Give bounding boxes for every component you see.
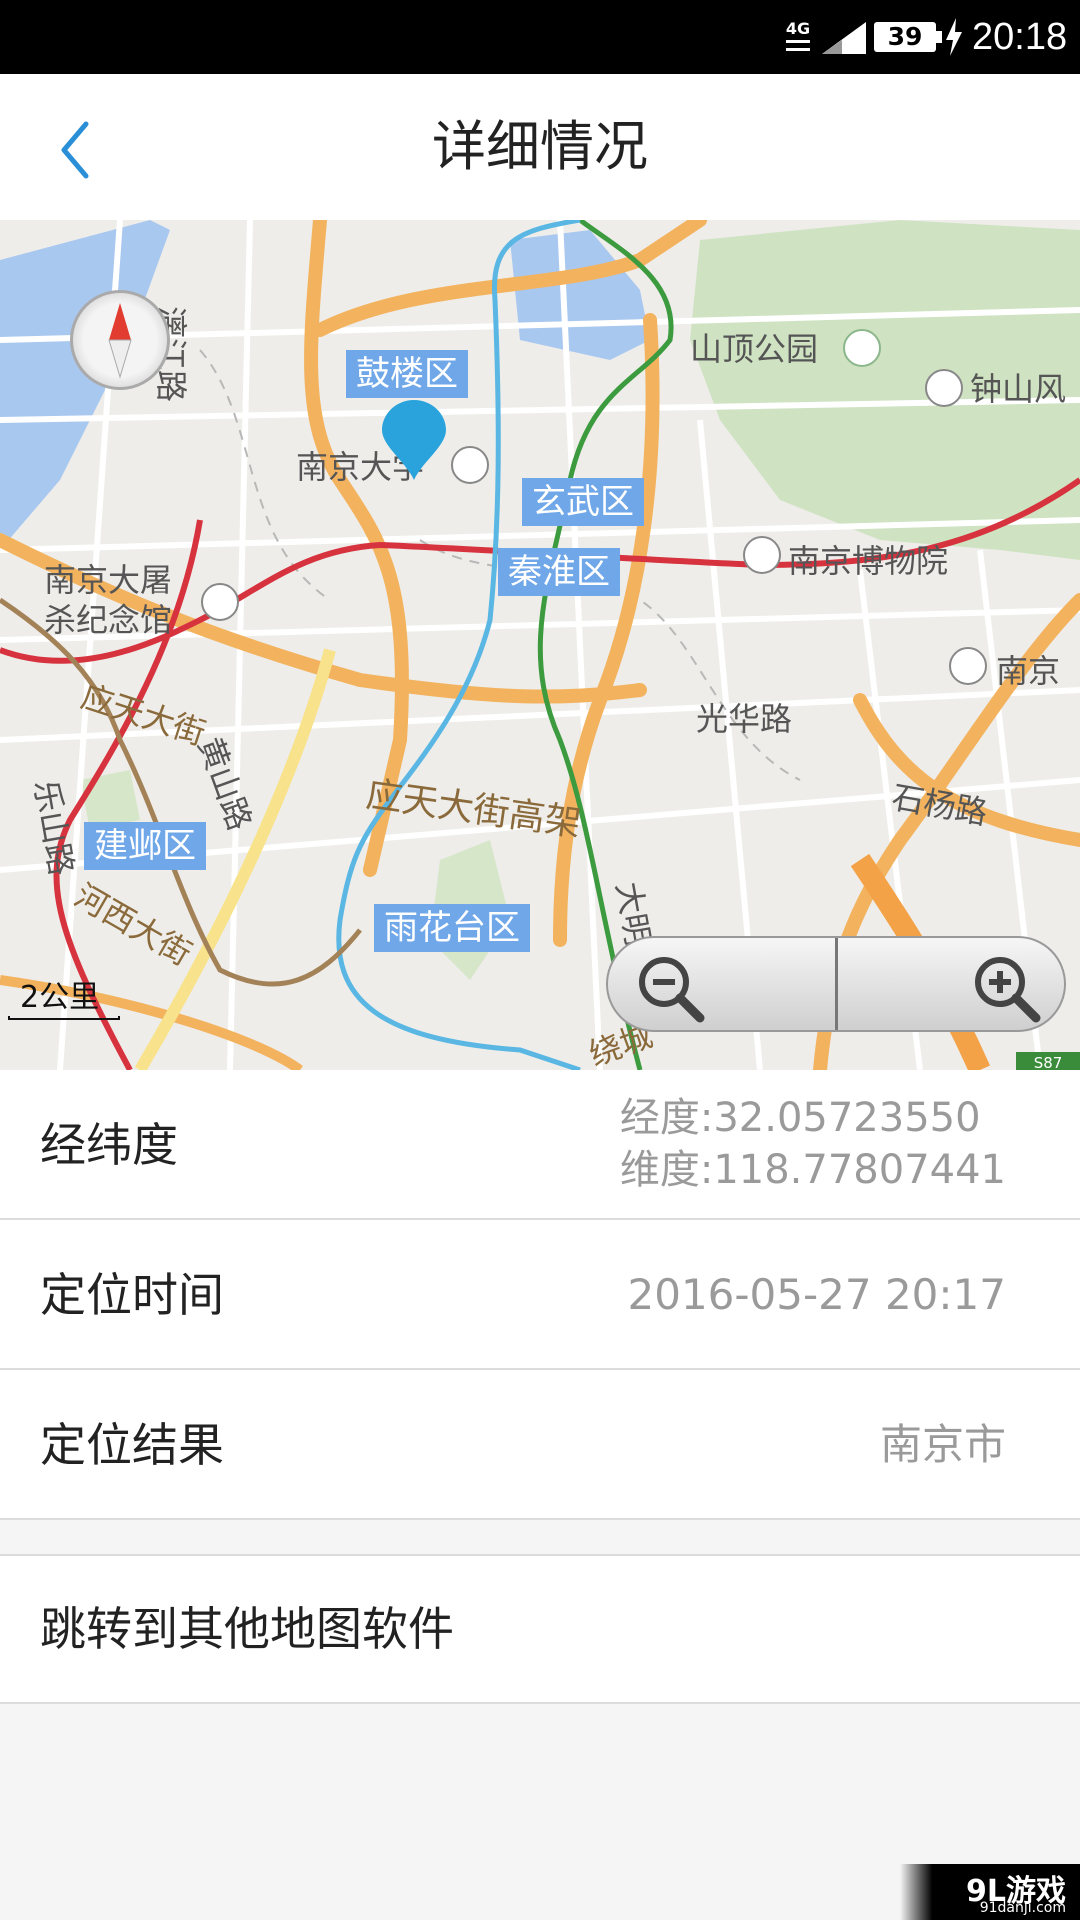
map-label-zhongshan: 钟山风 xyxy=(970,370,1067,408)
details-list: 经纬度 经度:32.05723550 维度:118.77807441 定位时间 … xyxy=(0,1070,1080,1520)
location-time-row: 定位时间 2016-05-27 20:17 xyxy=(0,1220,1080,1370)
signal-icon xyxy=(822,22,866,54)
location-pin-icon xyxy=(382,400,446,480)
map-label-nanjing: 南京 xyxy=(996,652,1061,690)
title-bar: 详细情况 xyxy=(0,74,1080,220)
zoom-out-icon xyxy=(639,957,705,1023)
zoom-in-icon xyxy=(975,957,1041,1023)
watermark-sub: 91danji.com xyxy=(979,1900,1066,1916)
coordinates-value: 经度:32.05723550 维度:118.77807441 xyxy=(620,1070,1006,1220)
battery-icon: 39 xyxy=(874,22,942,52)
open-other-map-button[interactable]: 跳转到其他地图软件 xyxy=(0,1554,1080,1704)
latitude-text: 经度:32.05723550 xyxy=(619,1095,981,1141)
compass-icon[interactable] xyxy=(70,290,170,390)
scale-text: 2公里 xyxy=(20,980,100,1015)
road-sign-label: S87 xyxy=(1034,1054,1063,1070)
district-yuhuatai: 雨花台区 xyxy=(374,904,530,952)
network-4g-icon: 4G xyxy=(786,19,810,51)
map-label-guanghua: 光华路 xyxy=(696,700,793,738)
location-time-label: 定位时间 xyxy=(40,1268,224,1322)
location-result-label: 定位结果 xyxy=(40,1418,224,1472)
page-title: 详细情况 xyxy=(432,115,648,178)
zoom-in-button[interactable] xyxy=(834,938,1065,1030)
map-scale: 2公里 xyxy=(8,972,120,1020)
coordinates-label: 经纬度 xyxy=(40,1118,178,1172)
open-other-map-label: 跳转到其他地图软件 xyxy=(40,1602,454,1656)
battery-level: 39 xyxy=(887,22,923,51)
charging-icon xyxy=(946,18,962,56)
scale-line xyxy=(8,1016,120,1020)
section-gap xyxy=(0,1522,1080,1554)
zoom-control xyxy=(606,936,1066,1032)
back-icon[interactable] xyxy=(50,110,130,190)
location-result-value: 南京市 xyxy=(879,1420,1006,1469)
district-xuanwu: 玄武区 xyxy=(522,478,644,526)
location-time-value: 2016-05-27 20:17 xyxy=(627,1270,1006,1319)
district-qinhuai: 秦淮区 xyxy=(498,548,620,596)
district-gulou: 鼓楼区 xyxy=(346,350,468,398)
location-result-row: 定位结果 南京市 xyxy=(0,1370,1080,1520)
compass-needle xyxy=(108,303,132,379)
district-jianye: 建邺区 xyxy=(84,822,206,870)
map-label-shanding: 山顶公园 xyxy=(690,330,819,368)
svg-text:4G: 4G xyxy=(786,19,810,38)
status-bar: 4G 39 20:18 xyxy=(0,0,1080,74)
coordinates-row: 经纬度 经度:32.05723550 维度:118.77807441 xyxy=(0,1070,1080,1220)
zoom-out-button[interactable] xyxy=(608,938,835,1030)
longitude-text: 维度:118.77807441 xyxy=(619,1147,1006,1193)
map-label-museum: 南京博物院 xyxy=(788,542,949,580)
status-time: 20:18 xyxy=(972,16,1068,58)
map-label-memorial: 南京大屠 杀纪念馆 xyxy=(44,561,173,639)
watermark-logo: 9L游戏 91danji.com xyxy=(900,1864,1080,1920)
map-view[interactable]: S87 山顶公园 钟山风 南京大学 南京博物院 南京大屠 杀纪念馆 南京 应天大… xyxy=(0,220,1080,1070)
